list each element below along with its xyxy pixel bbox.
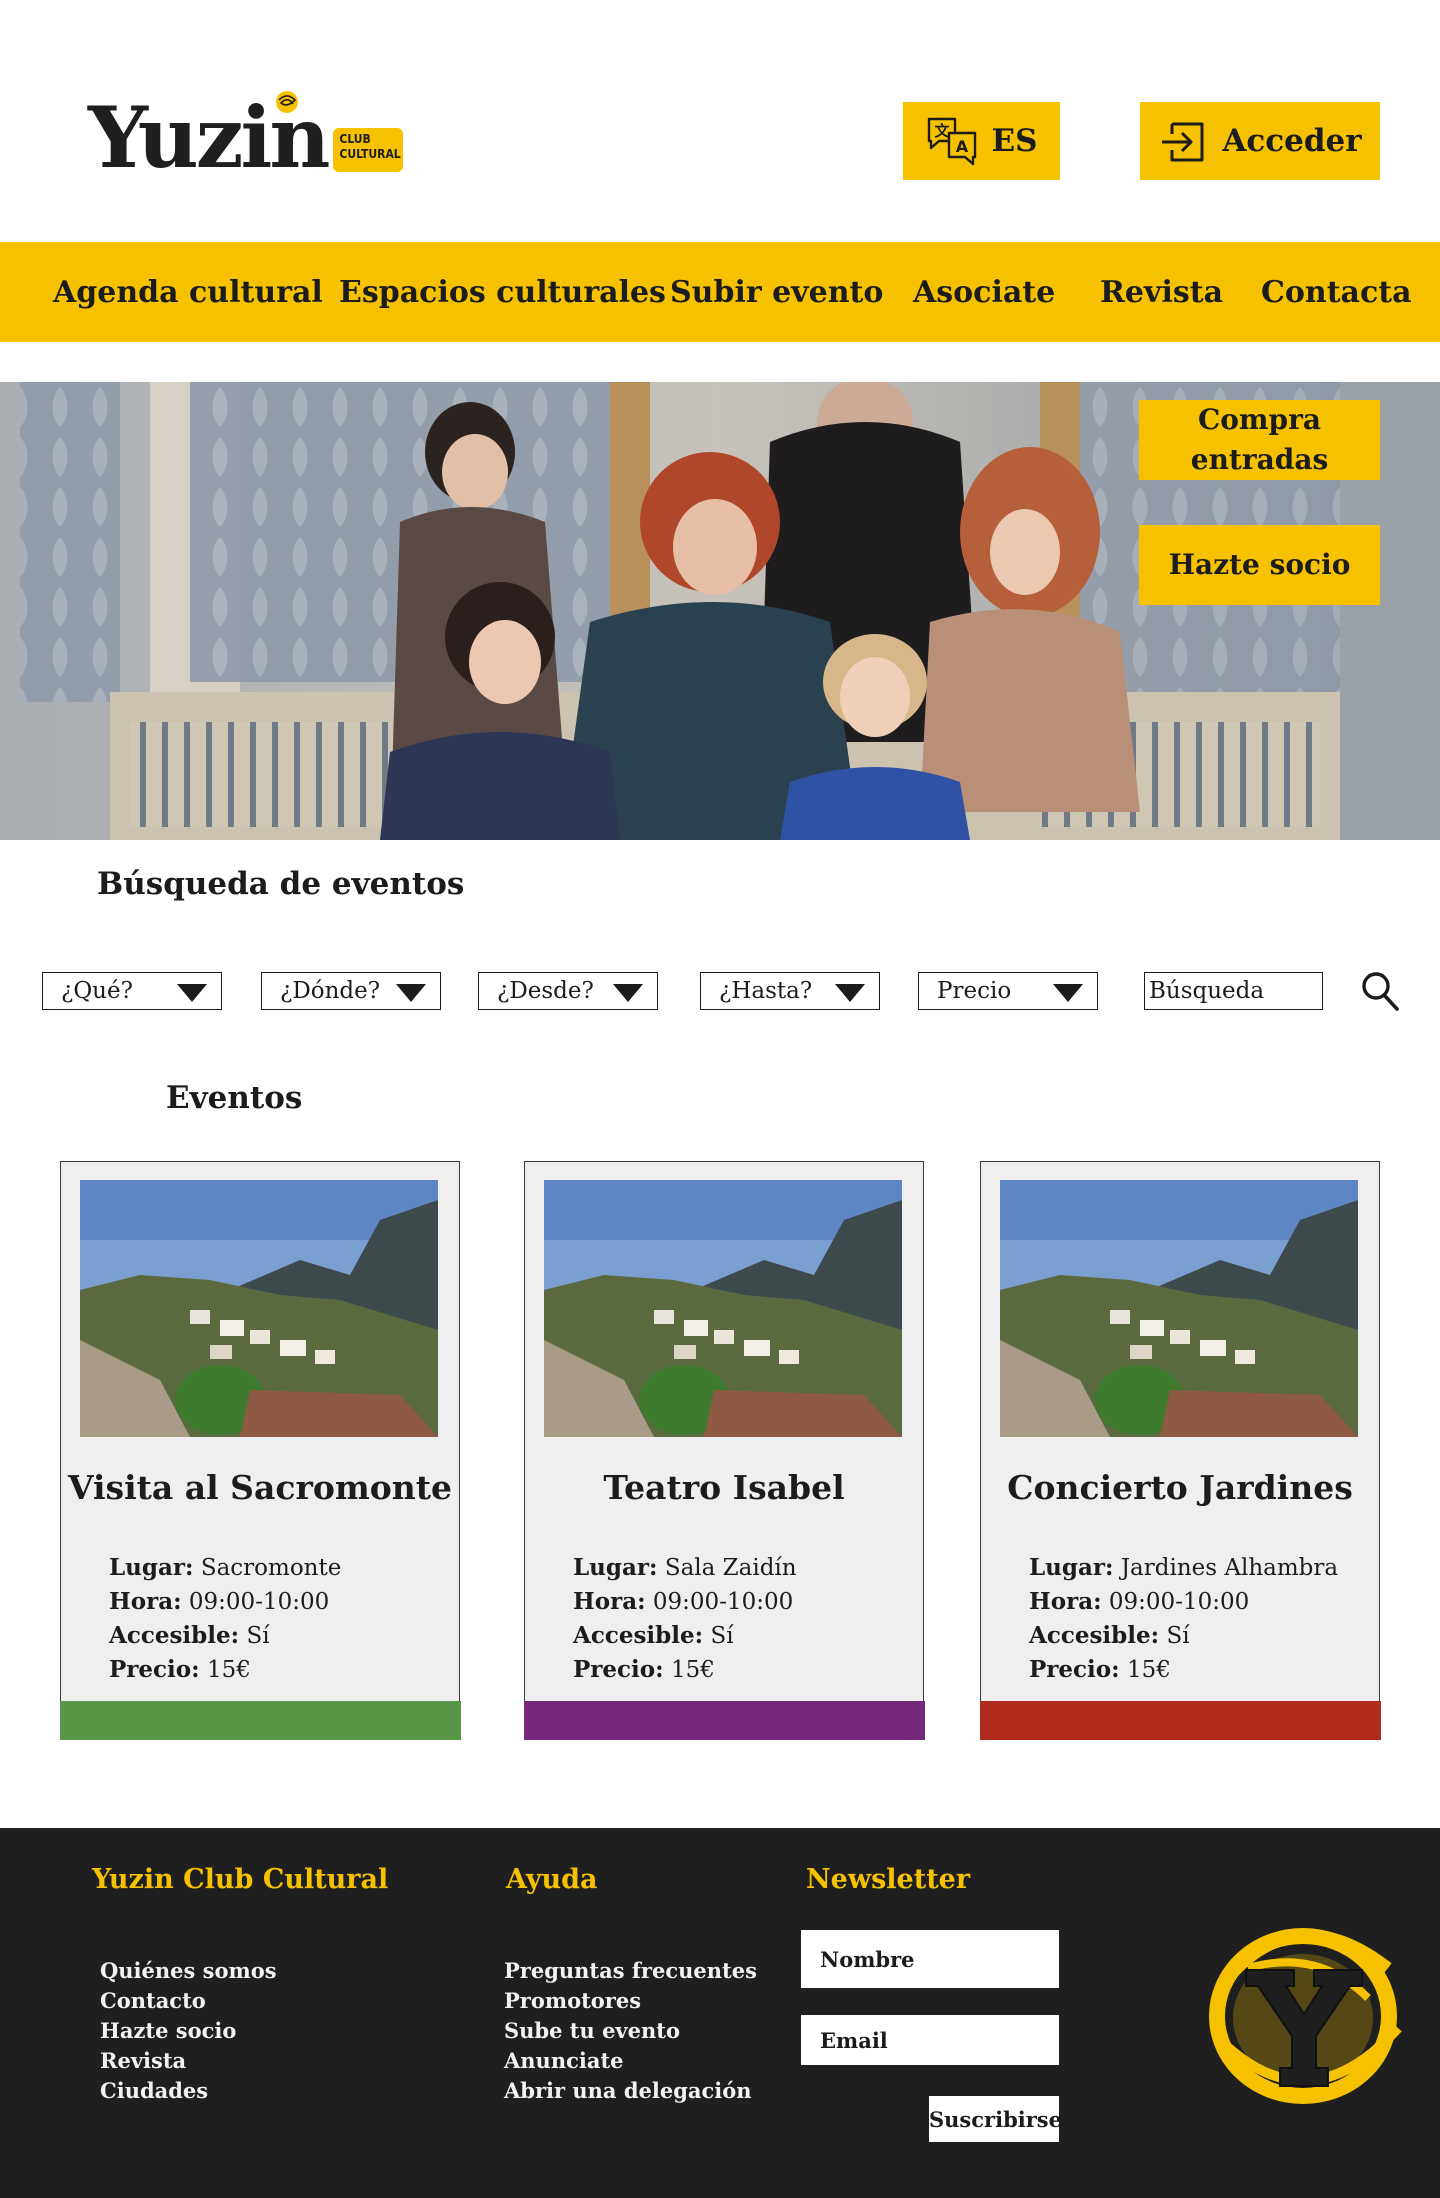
event-price-row: Precio: 15€ <box>1029 1656 1171 1683</box>
event-accessible-row: Accesible: Sí <box>573 1622 734 1649</box>
event-accessible-row: Accesible: Sí <box>109 1622 270 1649</box>
nav-item-agenda-cultural[interactable]: Agenda cultural <box>53 242 323 342</box>
nav-item-espacios-culturales[interactable]: Espacios culturales <box>339 242 666 342</box>
search-icon[interactable] <box>1360 970 1400 1012</box>
footer-link-quienes-somos[interactable]: Quiénes somos <box>100 1956 277 1986</box>
logo-club-cultural-tag: CLUB CULTURAL <box>333 128 404 172</box>
language-label: ES <box>991 123 1038 159</box>
footer-link-promotores[interactable]: Promotores <box>504 1986 757 2016</box>
filter-what-label: ¿Qué? <box>61 978 133 1004</box>
event-time-row: Hora: 09:00-10:00 <box>573 1588 794 1615</box>
yuzin-y-logo-icon <box>1209 1928 1402 2104</box>
newsletter-subscribe-button[interactable]: Suscribirse <box>929 2096 1062 2142</box>
event-title: Teatro Isabel <box>603 1468 845 1507</box>
event-title: Concierto Jardines <box>1007 1468 1353 1507</box>
main-nav: Agenda cultural Espacios culturales Subi… <box>0 242 1440 342</box>
footer-link-anunciate[interactable]: Anunciate <box>504 2046 757 2076</box>
footer-links-help: Preguntas frecuentes Promotores Sube tu … <box>504 1956 757 2106</box>
event-accessible-row: Accesible: Sí <box>1029 1622 1190 1649</box>
event-category-bar <box>523 1700 925 1740</box>
event-photo <box>1000 1180 1358 1437</box>
become-member-button[interactable]: Hazte socio <box>1139 525 1380 605</box>
event-info: Lugar: Jardines Alhambra Hora: 09:00-10:… <box>1029 1551 1338 1687</box>
footer-link-hazte-socio[interactable]: Hazte socio <box>100 2016 277 2046</box>
dropdown-caret-icon <box>1053 984 1083 1002</box>
event-place-row: Lugar: Jardines Alhambra <box>1029 1554 1339 1581</box>
filter-until-label: ¿Hasta? <box>719 978 813 1004</box>
filter-what-select[interactable]: ¿Qué? <box>42 972 222 1010</box>
event-price-row: Precio: 15€ <box>573 1656 715 1683</box>
search-section-title: Búsqueda de eventos <box>97 866 465 902</box>
footer-title-newsletter: Newsletter <box>806 1864 971 1895</box>
login-button[interactable]: Acceder <box>1140 102 1380 180</box>
filter-from-label: ¿Desde? <box>497 978 594 1004</box>
hero-banner: Compra entradas Hazte socio <box>0 382 1440 840</box>
dropdown-caret-icon <box>177 984 207 1002</box>
filter-until-select[interactable]: ¿Hasta? <box>700 972 880 1010</box>
site-logo[interactable]: Yuzin CLUB CULTURAL <box>88 88 404 180</box>
login-label: Acceder <box>1222 123 1362 159</box>
login-icon <box>1162 122 1204 162</box>
event-category-bar <box>979 1700 1381 1740</box>
event-title: Visita al Sacromonte <box>67 1468 453 1507</box>
nav-item-contacta[interactable]: Contacta <box>1261 242 1412 342</box>
site-header: Yuzin CLUB CULTURAL 文 A ES Acceder <box>0 0 1440 242</box>
event-card-teatro-isabel[interactable]: Teatro Isabel Lugar: Sala Zaidín Hora: 0… <box>523 1161 925 1740</box>
language-button[interactable]: 文 A ES <box>903 102 1060 180</box>
footer-links-club: Quiénes somos Contacto Hazte socio Revis… <box>100 1956 277 2106</box>
events-section-title: Eventos <box>166 1080 303 1116</box>
event-time-row: Hora: 09:00-10:00 <box>1029 1588 1250 1615</box>
buy-tickets-button[interactable]: Compra entradas <box>1139 400 1380 480</box>
event-place-row: Lugar: Sala Zaidín <box>573 1554 797 1581</box>
nav-item-subir-evento[interactable]: Subir evento <box>670 242 883 342</box>
footer-link-ciudades[interactable]: Ciudades <box>100 2076 277 2106</box>
footer-title-club: Yuzin Club Cultural <box>92 1864 389 1895</box>
event-info: Lugar: Sacromonte Hora: 09:00-10:00 Acce… <box>109 1551 341 1687</box>
footer-link-sube-evento[interactable]: Sube tu evento <box>504 2016 757 2046</box>
site-footer: Yuzin Club Cultural Quiénes somos Contac… <box>0 1828 1440 2198</box>
footer-link-delegacion[interactable]: Abrir una delegación <box>504 2076 757 2106</box>
filter-where-select[interactable]: ¿Dónde? <box>261 972 441 1010</box>
dropdown-caret-icon <box>835 984 865 1002</box>
event-card-concierto-jardines[interactable]: Concierto Jardines Lugar: Jardines Alham… <box>979 1161 1381 1740</box>
event-time-row: Hora: 09:00-10:00 <box>109 1588 330 1615</box>
footer-link-faq[interactable]: Preguntas frecuentes <box>504 1956 757 1986</box>
footer-link-revista[interactable]: Revista <box>100 2046 277 2076</box>
search-input[interactable] <box>1144 972 1323 1010</box>
nav-item-asociate[interactable]: Asociate <box>913 242 1055 342</box>
translate-icon: 文 A <box>928 117 977 166</box>
filter-where-label: ¿Dónde? <box>280 978 381 1004</box>
newsletter-email-field[interactable] <box>801 2015 1059 2065</box>
footer-title-help: Ayuda <box>506 1864 598 1895</box>
event-category-bar <box>59 1700 461 1740</box>
footer-link-contacto[interactable]: Contacto <box>100 1986 277 2016</box>
filter-from-select[interactable]: ¿Desde? <box>478 972 658 1010</box>
event-photo <box>80 1180 438 1437</box>
filter-price-label: Precio <box>937 978 1012 1004</box>
event-info: Lugar: Sala Zaidín Hora: 09:00-10:00 Acc… <box>573 1551 797 1687</box>
event-place-row: Lugar: Sacromonte <box>109 1554 342 1581</box>
newsletter-name-field[interactable] <box>801 1930 1059 1988</box>
filter-price-select[interactable]: Precio <box>918 972 1098 1010</box>
event-photo <box>544 1180 902 1437</box>
svg-text:A: A <box>956 137 969 156</box>
event-price-row: Precio: 15€ <box>109 1656 251 1683</box>
nav-item-revista[interactable]: Revista <box>1100 242 1223 342</box>
logo-scribble-icon <box>276 91 298 113</box>
dropdown-caret-icon <box>613 984 643 1002</box>
event-card-sacromonte[interactable]: Visita al Sacromonte Lugar: Sacromonte H… <box>59 1161 461 1740</box>
dropdown-caret-icon <box>396 984 426 1002</box>
